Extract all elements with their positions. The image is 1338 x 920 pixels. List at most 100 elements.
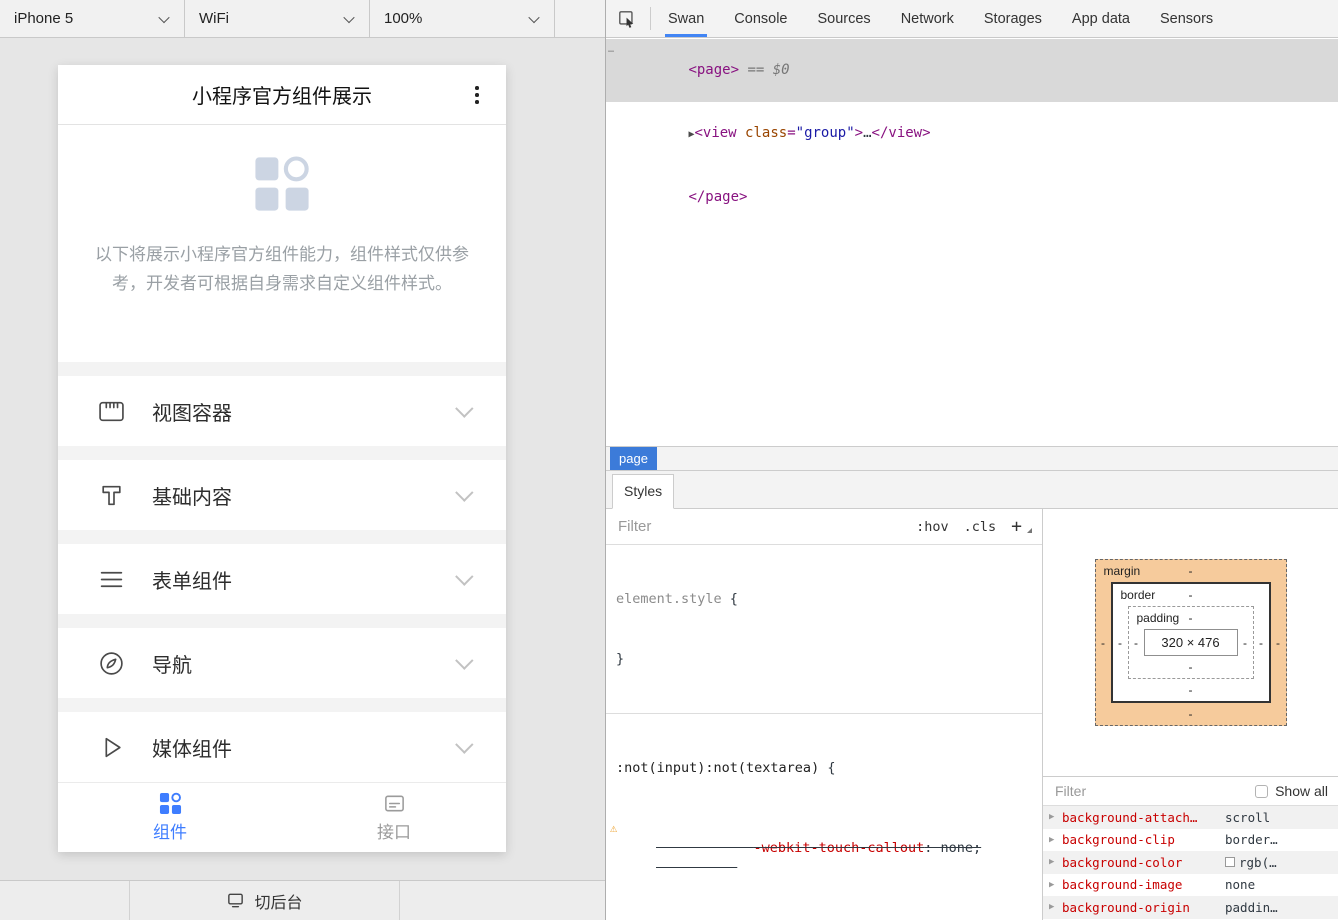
tab-label: App data [1072, 11, 1130, 27]
phone-preview: 小程序官方组件展示 以下将展示小程序官方组件能力，组件样式仅供参考，开发者可根据… [58, 65, 506, 852]
computed-property-row[interactable]: ▶ background-clip border… [1043, 829, 1338, 852]
rule-selector[interactable]: :not(input):not(textarea) [616, 760, 819, 776]
tab-label: Sources [817, 11, 870, 27]
chevron-down-icon [158, 11, 169, 22]
zoom-select[interactable]: 100% [370, 0, 555, 37]
breadcrumb-page[interactable]: page [610, 447, 657, 470]
computed-property-value: border… [1225, 832, 1278, 847]
inspect-element-button[interactable] [606, 0, 648, 37]
computed-filter-input[interactable]: Filter [1055, 783, 1255, 799]
bottombar-right-section [400, 881, 605, 920]
group-row-media-components[interactable]: 媒体组件 [58, 712, 506, 782]
padding-left-value[interactable]: - [1129, 636, 1144, 650]
border-bottom-value[interactable]: - [1189, 683, 1193, 697]
components-logo-icon [253, 155, 311, 213]
css-rule-not-input-textarea[interactable]: :not(input):not(textarea) { ⚠-webkit-tou… [606, 714, 1042, 920]
devtools-lower-panel: Filter :hov .cls + element.style { } :no… [606, 509, 1338, 920]
toggle-class-button[interactable]: .cls [964, 519, 997, 535]
css-rule-element-style[interactable]: element.style { } [606, 545, 1042, 714]
expand-triangle-icon[interactable]: ▶ [1049, 880, 1062, 890]
computed-sidebar: margin- - border- - padding- [1043, 509, 1338, 920]
padding-top-value[interactable]: - [1189, 611, 1193, 625]
app-title: 小程序官方组件展示 [192, 80, 372, 109]
component-group-list: 视图容器 基础内容 [58, 362, 506, 782]
show-all-label: Show all [1275, 783, 1328, 799]
group-row-navigation[interactable]: 导航 [58, 628, 506, 698]
attr-value: "group" [796, 125, 855, 141]
dom-breadcrumb-bar: page [606, 446, 1338, 471]
dom-node-page-close[interactable]: </page> [606, 166, 1338, 229]
devtools-tab-storages[interactable]: Storages [969, 0, 1057, 37]
property-value[interactable]: none [941, 840, 974, 856]
padding-bottom-value[interactable]: - [1189, 660, 1193, 674]
border-left-value[interactable]: - [1113, 636, 1128, 650]
simulator-pane: iPhone 5 WiFi 100% 小程序官方组件展示 [0, 0, 606, 920]
computed-property-value: paddin… [1225, 900, 1278, 915]
new-rule-dropdown-corner [1027, 528, 1032, 533]
computed-property-name: background-image [1062, 877, 1225, 892]
computed-property-row[interactable]: ▶ background-origin paddin… [1043, 896, 1338, 919]
property-name[interactable]: -webkit-touch-callout [754, 840, 925, 856]
dom-node-view[interactable]: ▶<view class="group">…</view> [606, 102, 1338, 166]
toggle-hover-state-button[interactable]: :hov [916, 519, 949, 535]
dom-node-page-open[interactable]: …<page> == $0 [606, 39, 1338, 102]
rule-selector[interactable]: element.style [616, 591, 722, 607]
group-row-view-container[interactable]: 视图容器 [58, 376, 506, 446]
devtools-tab-swan[interactable]: Swan [653, 0, 719, 37]
devtools-tab-network[interactable]: Network [886, 0, 969, 37]
switch-background-button[interactable]: 切后台 [130, 881, 400, 920]
expand-triangle-icon[interactable]: ▶ [1049, 902, 1062, 912]
computed-property-row[interactable]: ▶ background-image none [1043, 874, 1338, 897]
attr-equals: = [787, 125, 795, 141]
margin-top-value[interactable]: - [1189, 564, 1193, 578]
group-row-basic-content[interactable]: 基础内容 [58, 460, 506, 530]
margin-bottom-value[interactable]: - [1189, 707, 1193, 721]
box-model-content-size[interactable]: 320 × 476 [1144, 629, 1238, 656]
chevron-down-icon [455, 399, 473, 417]
device-select[interactable]: iPhone 5 [0, 0, 185, 37]
network-select[interactable]: WiFi [185, 0, 370, 37]
computed-property-name: background-attach… [1062, 810, 1225, 825]
app-window: iPhone 5 WiFi 100% 小程序官方组件展示 [0, 0, 1338, 920]
group-row-form-components[interactable]: 表单组件 [58, 544, 506, 614]
styles-pane: Filter :hov .cls + element.style { } :no… [606, 509, 1043, 920]
expand-triangle-icon[interactable]: ▶ [1049, 857, 1062, 867]
bottombar-left-section [0, 881, 130, 920]
devtools-toolbar: Swan Console Sources Network Storages Ap… [606, 0, 1338, 38]
padding-right-value[interactable]: - [1238, 636, 1253, 650]
rule-close-brace: } [616, 651, 624, 667]
play-icon [98, 734, 125, 761]
chevron-down-icon [455, 735, 473, 753]
components-grid-icon [159, 792, 182, 815]
show-all-checkbox[interactable] [1255, 785, 1268, 798]
expand-triangle-icon[interactable]: ▶ [1049, 835, 1062, 845]
chevron-down-icon [455, 483, 473, 501]
chevron-down-icon [528, 11, 539, 22]
margin-left-value[interactable]: - [1096, 636, 1111, 650]
computed-property-row[interactable]: ▶ background-color rgb(… [1043, 851, 1338, 874]
computed-property-row[interactable]: ▶ background-attach… scroll [1043, 806, 1338, 829]
group-label: 视图容器 [152, 397, 232, 426]
new-style-rule-button[interactable]: + [1011, 520, 1022, 534]
attr-class: class [737, 125, 788, 141]
expand-triangle-icon[interactable]: ▶ [1049, 812, 1062, 822]
margin-right-value[interactable]: - [1271, 636, 1286, 650]
tab-components-label: 组件 [153, 818, 187, 843]
tab-apis[interactable]: 接口 [282, 783, 506, 852]
sidebar-tabs-bar: Styles [606, 471, 1338, 509]
switch-background-label: 切后台 [254, 889, 302, 913]
devtools-tab-appdata[interactable]: App data [1057, 0, 1145, 37]
tag-page: <page> [688, 62, 739, 78]
zoom-select-value: 100% [384, 10, 422, 27]
devtools-tab-sources[interactable]: Sources [802, 0, 885, 37]
border-top-value[interactable]: - [1189, 588, 1193, 602]
tab-components[interactable]: 组件 [58, 783, 282, 852]
device-select-value: iPhone 5 [14, 10, 73, 27]
devtools-tab-console[interactable]: Console [719, 0, 802, 37]
more-menu-button[interactable] [468, 82, 486, 108]
devtools-tab-sensors[interactable]: Sensors [1145, 0, 1228, 37]
styles-filter-input[interactable]: Filter [618, 518, 916, 535]
css-declaration[interactable]: ⚠-webkit-touch-callout: none; [616, 818, 1032, 878]
border-right-value[interactable]: - [1254, 636, 1269, 650]
tab-styles[interactable]: Styles [612, 474, 674, 509]
